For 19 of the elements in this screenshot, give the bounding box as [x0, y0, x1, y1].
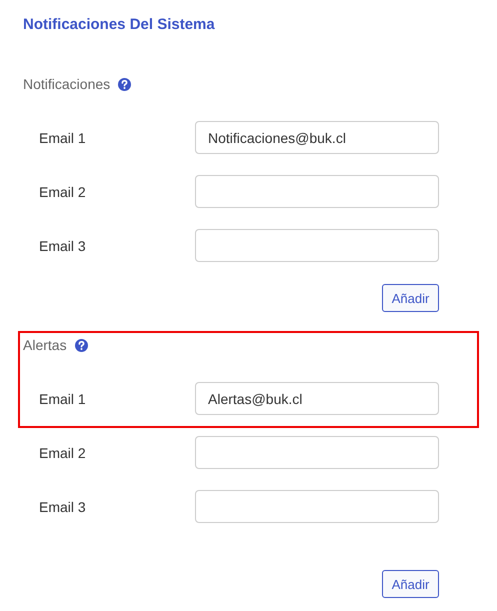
field-label: Email 3 [38, 238, 87, 254]
page-title: Notificaciones Del Sistema [23, 16, 216, 34]
email-field[interactable]: Alertas@buk.cl [195, 382, 439, 415]
field-label: Email 1 [38, 390, 87, 406]
email-field[interactable] [195, 436, 439, 469]
add-button[interactable]: Añadir [382, 570, 439, 598]
section-heading: Notificaciones [23, 76, 110, 92]
add-button[interactable]: Añadir [382, 284, 439, 312]
field-label: Email 3 [38, 498, 87, 514]
email-field[interactable]: Notificaciones@buk.cl [195, 121, 439, 154]
help-icon[interactable] [74, 338, 88, 352]
email-field[interactable] [195, 175, 439, 208]
field-label: Email 1 [38, 130, 87, 146]
field-label: Email 2 [38, 184, 87, 200]
help-icon[interactable] [118, 78, 132, 90]
email-field[interactable] [195, 229, 439, 262]
email-field[interactable] [195, 490, 439, 523]
section-heading: Alertas [23, 337, 67, 353]
field-label: Email 2 [38, 444, 87, 460]
